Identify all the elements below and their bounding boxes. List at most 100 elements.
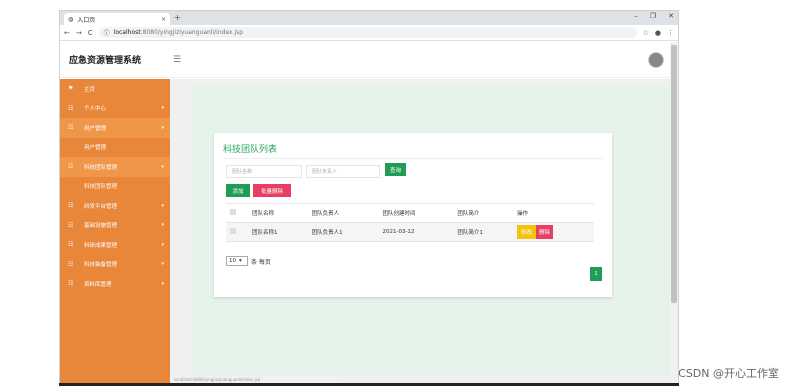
team-name-cell: 团队名称1 [248,222,308,242]
sidebar-item-label: 个人中心 [84,106,107,113]
back-icon[interactable]: ← [64,29,70,37]
browser-tab[interactable]: ◍ 入口页 × [64,13,170,25]
team-table: 团队名称 团队负责人 团队创建时间 团队简介 操作 团队名称1 团队负责人1 2… [226,203,594,242]
info-icon: ⓘ [103,30,110,37]
grid-icon: ☷ [68,163,74,171]
sidebar-item-label: 科研成果管理 [84,242,118,249]
url-host: localhost [113,29,141,36]
chevron-down-icon: ▾ [161,261,164,268]
edit-button[interactable]: 修改 [517,225,537,239]
row-checkbox-cell [226,222,248,242]
scrollbar[interactable] [670,42,678,384]
grid-icon: ☷ [68,124,74,132]
sidebar-item[interactable]: ☷ 科技团队管理 ▾ [60,157,170,177]
column-header: 团队创建时间 [378,203,454,223]
row-checkbox[interactable] [230,228,236,234]
column-header: 团队负责人 [307,203,379,223]
table-row: 团队名称1 团队负责人1 2021-03-12 团队简介1 修改 删除 [226,222,594,242]
grid-icon: ☷ [68,221,74,229]
app-header: 应急资源管理系统 ☰ [60,42,670,78]
sidebar-item[interactable]: ☷ 个人中心 ▾ [60,99,170,119]
team-list-card: 科技团队列表 团队名称 团队负责人 查询 添加 批量删除 团队名称 团队负责人 … [214,133,612,297]
chevron-down-icon: ▾ [161,222,164,229]
maximize-button[interactable]: ❐ [650,12,656,20]
url-input[interactable]: ⓘ localhost:8080/yingjiziyuanguanli/inde… [98,27,637,38]
sidebar: ⚑ 主页 ☷ 个人中心 ▾ ☷ 用户管理 ▾ 用户管理 ☷ 科技团队管理 ▾ 科技团队管理 ☷ 研发平台管理… [60,79,170,384]
sidebar-item[interactable]: ☷ 研发平台管理 ▾ [60,196,170,216]
scrollbar-thumb[interactable] [671,45,677,303]
sidebar-item[interactable]: ☷ 科研成果管理 ▾ [60,235,170,255]
team-leader-search-input[interactable]: 团队负责人 [306,165,380,178]
tab-title: 入口页 [77,16,96,24]
search-button[interactable]: 查询 [385,163,406,176]
minimize-button[interactable]: – [634,12,638,20]
hamburger-icon[interactable]: ☰ [173,55,181,65]
batch-delete-button[interactable]: 批量删除 [253,184,291,197]
sidebar-item-label: 研发平台管理 [84,203,118,210]
chevron-down-icon: ▾ [161,241,164,248]
chevron-down-icon: ▾ [161,280,164,287]
grid-icon: ☷ [68,104,74,112]
tab-strip: ◍ 入口页 × + – ❐ ✕ [60,11,678,25]
table-header-row: 团队名称 团队负责人 团队创建时间 团队简介 操作 [226,203,594,223]
sidebar-item-label: 科技装备管理 [84,262,118,269]
sidebar-item-label: 资料库管理 [84,281,112,288]
chevron-down-icon: ▾ [161,202,164,209]
forward-icon[interactable]: → [76,29,82,37]
flag-icon: ⚑ [68,85,74,93]
chevron-down-icon: ▾ [239,258,242,264]
actions-cell: 修改 删除 [513,222,594,242]
sidebar-item[interactable]: 科技团队管理 [60,177,170,197]
team-name-search-input[interactable]: 团队名称 [226,165,302,178]
window-controls: – ❐ ✕ [634,12,674,20]
avatar[interactable] [648,52,664,68]
browser-window: ◍ 入口页 × + – ❐ ✕ ← → C ⓘ localhost:8080/y… [59,10,679,385]
page-button[interactable]: 1 [590,267,602,281]
sidebar-item-label: 科技团队管理 [84,184,118,191]
delete-button[interactable]: 删除 [536,225,554,239]
reload-icon[interactable]: C [88,29,93,37]
team-intro-cell: 团队简介1 [453,222,514,242]
new-tab-button[interactable]: + [174,13,181,22]
page-size-select[interactable]: 10 ▾ [226,256,248,266]
sidebar-item-label: 科技团队管理 [84,164,118,171]
select-all-checkbox[interactable] [230,209,236,215]
profile-icon[interactable]: ● [655,29,661,37]
page-size-value: 10 [229,258,236,264]
sidebar-item-label: 用户管理 [84,125,107,132]
chevron-down-icon: ▾ [161,105,164,112]
select-all-checkbox-cell [226,203,248,223]
team-leader-cell: 团队负责人1 [307,222,379,242]
close-window-button[interactable]: ✕ [668,12,674,20]
star-icon[interactable]: ☆ [643,29,649,37]
grid-icon: ☷ [68,260,74,268]
menu-dots-icon[interactable]: ⋮ [667,29,674,37]
column-header: 团队简介 [453,203,514,223]
chevron-down-icon: ▾ [161,124,164,131]
sidebar-item-label: 用户管理 [84,145,107,152]
tab-close-icon[interactable]: × [161,16,166,23]
created-date-cell: 2021-03-12 [378,222,454,242]
brand-title: 应急资源管理系统 [69,56,142,66]
sidebar-item[interactable]: ☷ 资料库管理 ▾ [60,274,170,294]
chevron-down-icon: ▾ [161,163,164,170]
main-content: 科技团队列表 团队名称 团队负责人 查询 添加 批量删除 团队名称 团队负责人 … [170,79,674,384]
grid-icon: ☷ [68,241,74,249]
app: 应急资源管理系统 ☰ ⚑ 主页 ☷ 个人中心 ▾ ☷ 用户管理 ▾ 用户管理 ☷ 科技团队管理 ▾ 科技… [60,42,674,384]
url-path: :8080/yingjiziyuanguanli/index.jsp [140,29,244,36]
sidebar-item[interactable]: ⚑ 主页 [60,79,170,99]
sidebar-item[interactable]: ☷ 科技装备管理 ▾ [60,255,170,275]
per-page-label: 条 每页 [251,259,271,266]
column-header: 操作 [513,203,594,223]
address-bar-row: ← → C ⓘ localhost:8080/yingjiziyuanguanl… [60,25,678,41]
sidebar-item[interactable]: ☷ 用户管理 ▾ [60,118,170,138]
sidebar-item-label: 基础设施管理 [84,223,118,230]
column-header: 团队名称 [248,203,308,223]
sidebar-item[interactable]: 用户管理 [60,138,170,158]
sidebar-item[interactable]: ☷ 基础设施管理 ▾ [60,216,170,236]
grid-icon: ☷ [68,202,74,210]
partial-top-text [120,0,640,4]
divider [223,158,603,159]
add-button[interactable]: 添加 [226,184,250,197]
watermark: CSDN @开心工作室 [678,367,779,380]
